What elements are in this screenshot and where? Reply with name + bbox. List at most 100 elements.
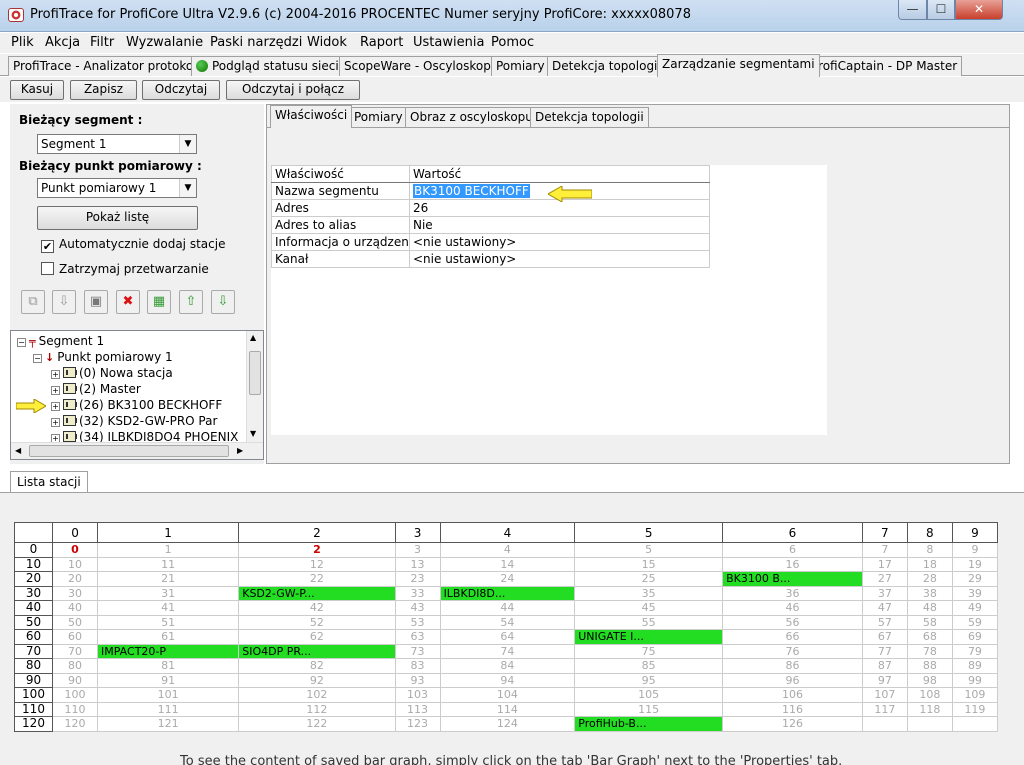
station-cell[interactable]: 87: [861, 658, 908, 674]
station-cell[interactable]: 105: [574, 687, 724, 703]
station-cell[interactable]: 121: [97, 716, 240, 732]
station-cell-active[interactable]: KSD2-GW-P...: [238, 585, 396, 601]
station-cell[interactable]: 52: [238, 614, 396, 630]
station-cell[interactable]: 55: [574, 614, 724, 630]
menu-filtr[interactable]: Filtr: [90, 35, 114, 50]
station-cell[interactable]: 7: [861, 542, 908, 558]
station-cell[interactable]: 38: [906, 585, 953, 601]
station-cell[interactable]: 76: [722, 643, 863, 659]
selected-value[interactable]: BK3100 BECKHOFF: [413, 184, 530, 198]
station-cell[interactable]: 115: [574, 701, 724, 717]
station-cell[interactable]: 18: [906, 556, 953, 572]
station-cell[interactable]: 62: [238, 629, 396, 645]
station-cell[interactable]: 112: [238, 701, 396, 717]
expand-icon[interactable]: +: [51, 418, 60, 427]
station-cell[interactable]: 53: [394, 614, 441, 630]
station-cell[interactable]: 95: [574, 672, 724, 688]
station-cell[interactable]: 54: [439, 614, 576, 630]
station-cell[interactable]: 113: [394, 701, 441, 717]
station-cell[interactable]: 123: [394, 716, 441, 732]
tab-wlasciwosci[interactable]: Właściwości: [270, 105, 353, 128]
station-cell[interactable]: 70: [51, 643, 99, 659]
station-cell[interactable]: 19: [951, 556, 999, 572]
add-station-icon[interactable]: ▦: [147, 290, 171, 314]
odczytaj-button[interactable]: Odczytaj: [142, 80, 220, 100]
station-cell[interactable]: 100: [51, 687, 99, 703]
station-cell[interactable]: 81: [97, 658, 240, 674]
station-cell[interactable]: 84: [439, 658, 576, 674]
tab-proficaptain[interactable]: ProfiCaptain - DP Master: [806, 56, 963, 76]
station-cell[interactable]: 43: [394, 600, 441, 616]
tree-item-point[interactable]: − ↓ Punkt pomiarowy 1: [33, 350, 173, 364]
station-cell[interactable]: 126: [722, 716, 863, 732]
tree-item-station[interactable]: + (0) Nowa stacja: [51, 366, 173, 380]
station-cell-active[interactable]: IMPACT20-P: [97, 643, 240, 659]
station-cell[interactable]: 110: [51, 701, 99, 717]
menu-paski-narzedzi[interactable]: Paski narzędzi: [210, 35, 302, 50]
station-cell[interactable]: 98: [906, 672, 953, 688]
station-cell[interactable]: 82: [238, 658, 396, 674]
tab-zarzadzanie-segmentami[interactable]: Zarządzanie segmentami: [657, 54, 820, 77]
station-cell[interactable]: 44: [439, 600, 576, 616]
station-cell[interactable]: 78: [906, 643, 953, 659]
station-cell[interactable]: 21: [97, 571, 240, 587]
tab-lista-stacji[interactable]: Lista stacji: [10, 471, 88, 492]
kasuj-button[interactable]: Kasuj: [10, 80, 64, 100]
segment-select[interactable]: Segment 1 ▼: [37, 134, 197, 154]
property-value[interactable]: Nie: [409, 216, 710, 234]
station-cell[interactable]: 12: [238, 556, 396, 572]
station-cell[interactable]: 15: [574, 556, 724, 572]
station-cell[interactable]: 104: [439, 687, 576, 703]
tree-horizontal-scrollbar[interactable]: ◀ ▶: [11, 442, 263, 459]
station-cell[interactable]: 92: [238, 672, 396, 688]
download-icon[interactable]: ⇩: [52, 290, 76, 314]
scroll-thumb[interactable]: [29, 445, 229, 457]
station-cell[interactable]: 66: [722, 629, 863, 645]
maximize-button[interactable]: ☐: [927, 0, 955, 20]
delete-icon[interactable]: ✖: [116, 290, 140, 314]
station-cell-active[interactable]: SIO4DP PR...: [238, 643, 396, 659]
station-cell[interactable]: 93: [394, 672, 441, 688]
chevron-down-icon[interactable]: ▼: [250, 429, 256, 438]
station-cell[interactable]: 47: [861, 600, 908, 616]
station-cell[interactable]: 73: [394, 643, 441, 659]
property-value[interactable]: 26: [409, 199, 710, 217]
station-cell[interactable]: 28: [906, 571, 953, 587]
tab-obraz-oscyloskopu[interactable]: Obraz z oscyloskopu: [405, 107, 538, 127]
station-cell[interactable]: 25: [574, 571, 724, 587]
station-cell[interactable]: 97: [861, 672, 908, 688]
station-cell[interactable]: 23: [394, 571, 441, 587]
tab-podglad-statusu[interactable]: Podgląd statusu sieci: [191, 56, 344, 76]
station-cell-empty[interactable]: [906, 716, 953, 732]
station-cell[interactable]: 85: [574, 658, 724, 674]
menu-widok[interactable]: Widok: [307, 35, 347, 50]
station-cell[interactable]: 114: [439, 701, 576, 717]
station-cell[interactable]: 46: [722, 600, 863, 616]
station-cell[interactable]: 118: [906, 701, 953, 717]
station-cell[interactable]: 103: [394, 687, 441, 703]
station-cell-active[interactable]: BK3100 B...: [722, 571, 863, 587]
station-cell[interactable]: 119: [951, 701, 999, 717]
station-cell[interactable]: 13: [394, 556, 441, 572]
station-cell[interactable]: 94: [439, 672, 576, 688]
station-cell[interactable]: 5: [574, 542, 724, 558]
station-cell[interactable]: 37: [861, 585, 908, 601]
expand-icon[interactable]: +: [51, 386, 60, 395]
menu-wyzwalanie[interactable]: Wyzwalanie: [126, 35, 203, 50]
station-cell[interactable]: 122: [238, 716, 396, 732]
chevron-up-icon[interactable]: ▲: [250, 333, 256, 342]
station-cell[interactable]: 106: [722, 687, 863, 703]
show-list-button[interactable]: Pokaż listę: [37, 206, 198, 230]
station-cell[interactable]: 22: [238, 571, 396, 587]
chevron-right-icon[interactable]: ▶: [237, 446, 243, 455]
station-cell[interactable]: 96: [722, 672, 863, 688]
station-cell[interactable]: 24: [439, 571, 576, 587]
station-cell[interactable]: 124: [439, 716, 576, 732]
stop-processing-checkbox[interactable]: Zatrzymaj przetwarzanie: [41, 262, 209, 276]
station-cell[interactable]: 39: [951, 585, 999, 601]
station-cell[interactable]: 42: [238, 600, 396, 616]
station-cell[interactable]: 67: [861, 629, 908, 645]
station-cell[interactable]: 102: [238, 687, 396, 703]
station-cell[interactable]: 86: [722, 658, 863, 674]
station-cell[interactable]: 108: [906, 687, 953, 703]
